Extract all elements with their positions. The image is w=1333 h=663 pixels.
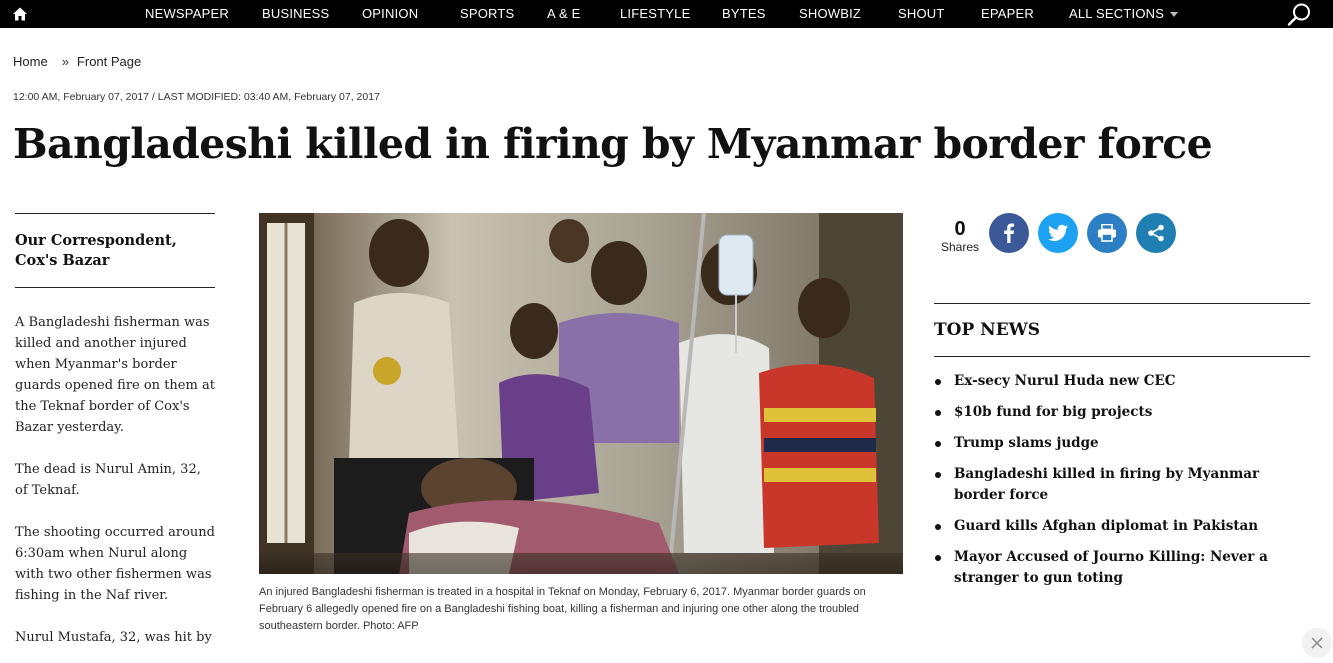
article-dateline: 12:00 AM, February 07, 2017 / LAST MODIF… (13, 91, 380, 103)
print-icon (1098, 224, 1116, 242)
top-news-item[interactable]: Guard kills Afghan diplomat in Pakistan (934, 516, 1310, 537)
bullet-icon (935, 472, 941, 478)
breadcrumb-current[interactable]: Front Page (77, 54, 141, 69)
search-icon[interactable] (1286, 2, 1312, 26)
bullet-icon (935, 555, 941, 561)
caret-down-icon (1170, 12, 1179, 18)
nav-item-epaper[interactable]: EPAPER (981, 6, 1034, 21)
photo-caption: An injured Bangladeshi fisherman is trea… (259, 586, 866, 632)
top-news-title: TOP NEWS (934, 303, 1310, 357)
body-paragraph: The shooting occurred around 6:30am when… (15, 525, 215, 603)
close-button[interactable] (1302, 628, 1332, 658)
article-photo (259, 213, 903, 574)
bullet-icon (935, 379, 941, 385)
top-news-panel: TOP NEWS Ex-secy Nurul Huda new CEC $10b… (934, 303, 1310, 599)
top-news-link[interactable]: Ex-secy Nurul Huda new CEC (954, 373, 1176, 389)
share-icon (1148, 224, 1164, 242)
top-nav: NEWSPAPER BUSINESS OPINION SPORTS A & E … (0, 0, 1333, 28)
divider (15, 287, 215, 288)
nav-item-bytes[interactable]: BYTES (722, 6, 766, 21)
article-headline: Bangladeshi killed in firing by Myanmar … (13, 120, 1213, 168)
top-news-item[interactable]: Mayor Accused of Journo Killing: Never a… (934, 547, 1310, 589)
top-news-item[interactable]: Ex-secy Nurul Huda new CEC (934, 371, 1310, 392)
top-news-item[interactable]: Trump slams judge (934, 433, 1310, 454)
nav-all-sections[interactable]: ALL SECTIONS (1069, 6, 1179, 21)
nav-item-lifestyle[interactable]: LIFESTYLE (620, 6, 690, 21)
share-count-value: 0 (954, 218, 966, 240)
close-icon (1311, 637, 1323, 649)
home-icon[interactable] (12, 6, 28, 22)
print-button[interactable] (1087, 213, 1127, 253)
top-news-item[interactable]: Bangladeshi killed in firing by Myanmar … (934, 464, 1310, 506)
breadcrumb-separator: » (61, 54, 69, 69)
nav-item-sports[interactable]: SPORTS (460, 6, 514, 21)
top-news-link[interactable]: Guard kills Afghan diplomat in Pakistan (954, 518, 1258, 534)
top-news-link[interactable]: Bangladeshi killed in firing by Myanmar … (954, 466, 1259, 503)
facebook-share-button[interactable] (989, 213, 1029, 253)
twitter-share-button[interactable] (1038, 213, 1078, 253)
author-name: Our Correspondent, (15, 232, 177, 249)
nav-item-shout[interactable]: SHOUT (898, 6, 945, 21)
share-more-button[interactable] (1136, 213, 1176, 253)
author-byline: Our Correspondent, Cox's Bazar (15, 214, 215, 287)
top-news-item[interactable]: $10b fund for big projects (934, 402, 1310, 423)
bullet-icon (935, 410, 941, 416)
share-counter: 0 Shares (938, 218, 982, 254)
hospital-photo-illustration (259, 213, 903, 574)
top-news-link[interactable]: Trump slams judge (954, 435, 1099, 451)
facebook-icon (1004, 223, 1014, 243)
bullet-icon (935, 441, 941, 447)
share-count-label: Shares (940, 240, 980, 254)
nav-item-business[interactable]: BUSINESS (262, 6, 329, 21)
nav-item-showbiz[interactable]: SHOWBIZ (799, 6, 861, 21)
author-location: Cox's Bazar (15, 252, 110, 269)
top-news-list: Ex-secy Nurul Huda new CEC $10b fund for… (934, 371, 1310, 589)
nav-item-a-and-e[interactable]: A & E (547, 6, 581, 21)
breadcrumb: Home » Front Page (13, 54, 141, 69)
nav-item-opinion[interactable]: OPINION (362, 6, 418, 21)
bullet-icon (935, 524, 941, 530)
body-paragraph: The dead is Nurul Amin, 32, of Teknaf. (15, 462, 201, 498)
body-paragraph: A Bangladeshi fisherman was killed and a… (15, 315, 215, 435)
nav-item-newspaper[interactable]: NEWSPAPER (145, 6, 229, 21)
article-body: A Bangladeshi fisherman was killed and a… (15, 312, 215, 648)
all-sections-label: ALL SECTIONS (1069, 6, 1165, 21)
twitter-icon (1048, 224, 1068, 241)
top-news-link[interactable]: $10b fund for big projects (954, 404, 1152, 420)
article-body-column: Our Correspondent, Cox's Bazar A Banglad… (15, 213, 215, 663)
body-paragraph: Nurul Mustafa, 32, was hit by (15, 630, 212, 645)
breadcrumb-home[interactable]: Home (13, 54, 48, 69)
top-news-link[interactable]: Mayor Accused of Journo Killing: Never a… (954, 549, 1268, 586)
